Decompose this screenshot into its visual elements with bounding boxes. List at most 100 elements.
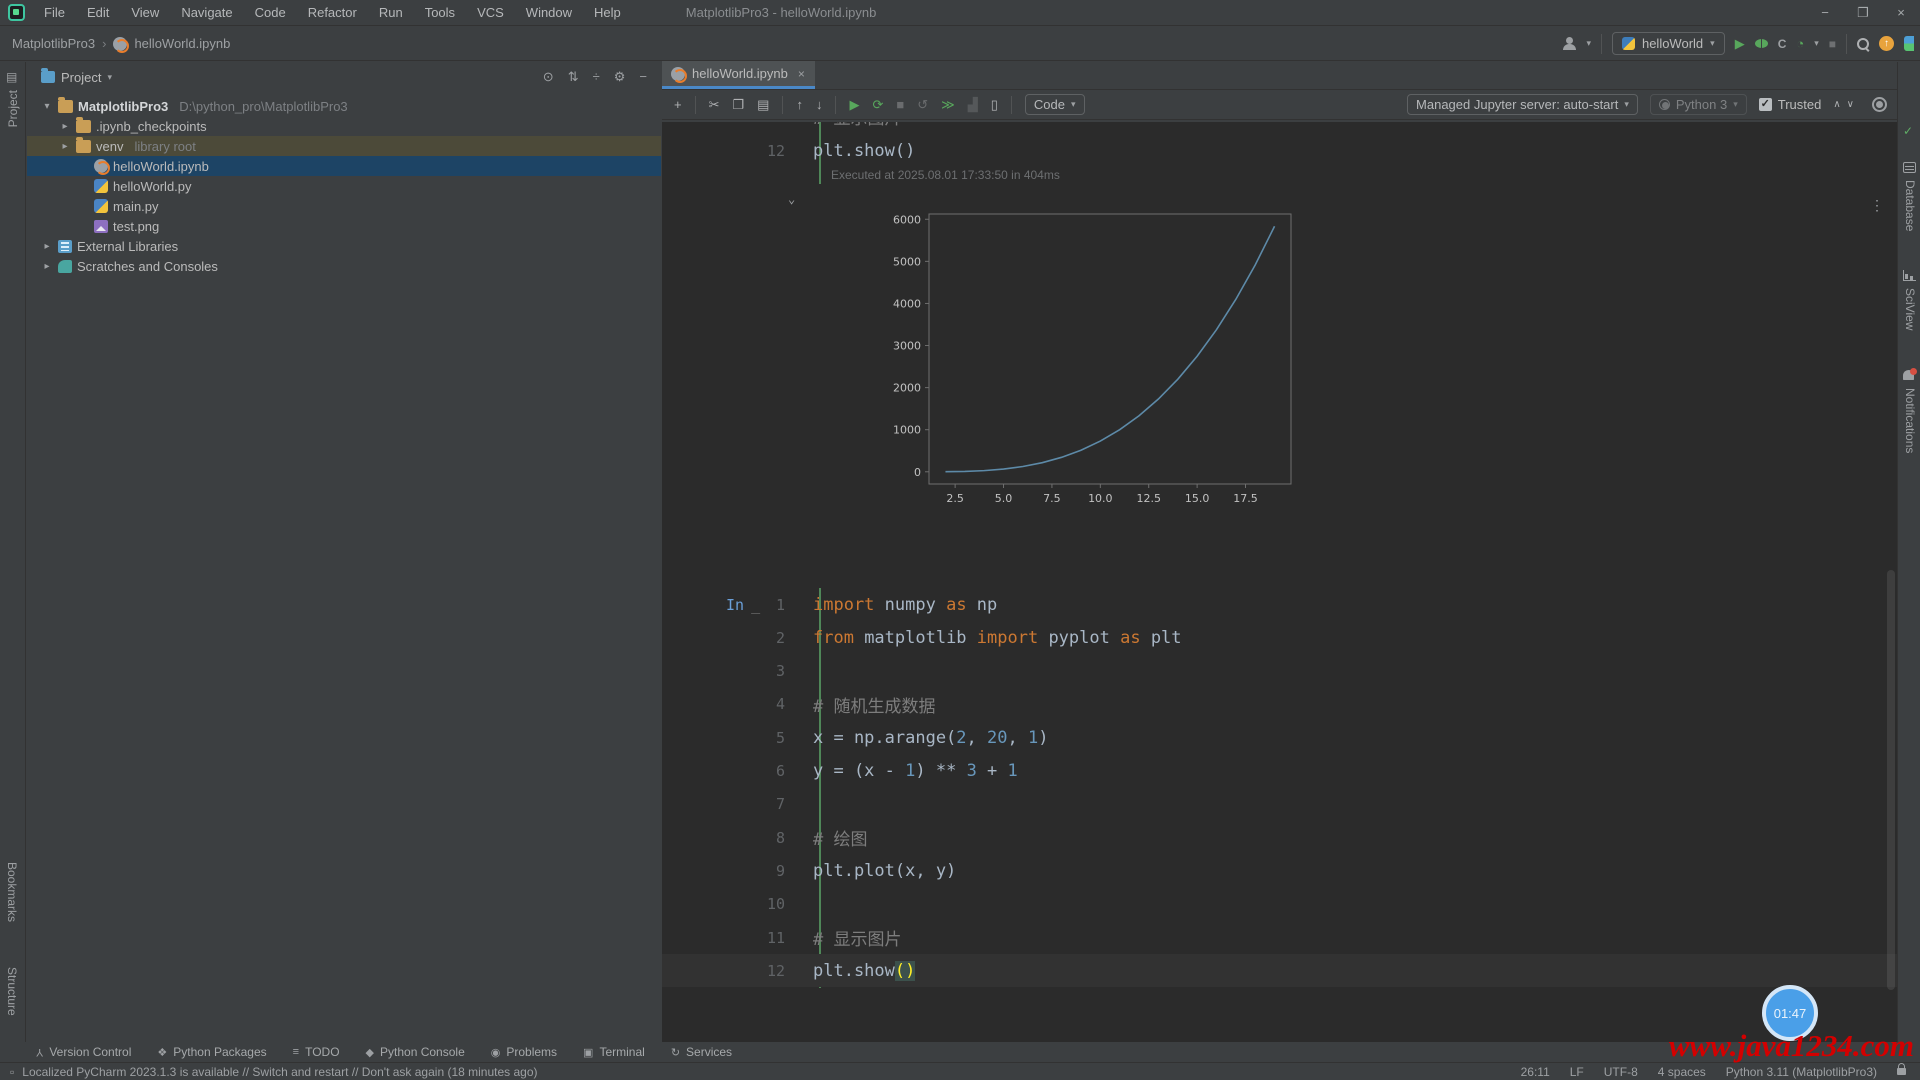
settings-icon[interactable]: ⚙	[614, 69, 626, 85]
code-line-12[interactable]: 12plt.show()	[662, 954, 1897, 987]
locate-icon[interactable]: ⊙	[543, 69, 554, 85]
menu-vcs[interactable]: VCS	[468, 2, 513, 23]
chevron-down-icon[interactable]: ▾	[107, 72, 112, 83]
line-separator[interactable]: LF	[1570, 1065, 1584, 1079]
tree-item-matplotlibpro3[interactable]: ▾MatplotlibPro3D:\python_pro\MatplotlibP…	[27, 96, 661, 116]
toolwindow-todo[interactable]: ≡TODO	[293, 1045, 340, 1059]
code-line-4[interactable]: 4# 随机生成数据	[662, 688, 1897, 721]
project-stripe-icon[interactable]: ▤	[6, 70, 17, 84]
user-caret-icon[interactable]: ▾	[1586, 38, 1591, 49]
breadcrumb-project[interactable]: MatplotlibPro3	[12, 36, 95, 51]
event-log-icon[interactable]: ▫	[10, 1065, 14, 1079]
menu-tools[interactable]: Tools	[416, 2, 464, 23]
tree-item-external-libraries[interactable]: ▸External Libraries	[27, 236, 661, 256]
menu-run[interactable]: Run	[370, 2, 412, 23]
hide-icon[interactable]: −	[639, 69, 647, 85]
toolwindow-python-packages[interactable]: ❖Python Packages	[157, 1045, 266, 1059]
project-panel-title[interactable]: Project	[61, 70, 101, 85]
close-icon[interactable]: ×	[1882, 5, 1920, 21]
tree-item-venv[interactable]: ▸venvlibrary root	[27, 136, 661, 156]
code-line-9[interactable]: 9plt.plot(x, y)	[662, 854, 1897, 887]
notifications-icon[interactable]	[1903, 370, 1914, 380]
menu-edit[interactable]: Edit	[78, 2, 118, 23]
code-line-5[interactable]: 5x = np.arange(2, 20, 1)	[662, 721, 1897, 754]
tree-item-main-py[interactable]: main.py	[27, 196, 661, 216]
tree-item-test-png[interactable]: test.png	[27, 216, 661, 236]
tree-item-helloworld-py[interactable]: helloWorld.py	[27, 176, 661, 196]
menu-view[interactable]: View	[122, 2, 168, 23]
trusted-checkbox[interactable]: ✓	[1759, 98, 1772, 111]
code-line-10[interactable]: 10	[662, 888, 1897, 921]
tab-helloworld-ipynb[interactable]: helloWorld.ipynb ×	[662, 61, 815, 89]
tab-close-icon[interactable]: ×	[798, 67, 805, 81]
menu-code[interactable]: Code	[246, 2, 295, 23]
sciview-icon[interactable]	[1903, 270, 1916, 281]
run-all-icon[interactable]: ≫	[941, 97, 955, 113]
add-cell-icon[interactable]: +	[674, 97, 682, 112]
run-button[interactable]: ▶	[1735, 36, 1745, 52]
collapse-expand-icons[interactable]: ∧∨	[1833, 99, 1860, 110]
menu-refactor[interactable]: Refactor	[299, 2, 366, 23]
stop-button[interactable]: ■	[1829, 37, 1836, 51]
python-interpreter[interactable]: Python 3.11 (MatplotlibPro3)	[1726, 1065, 1877, 1079]
code-line-2[interactable]: 2from matplotlib import pyplot as plt	[662, 621, 1897, 654]
paste-cell-icon[interactable]: ▤	[757, 97, 769, 113]
debug-button[interactable]	[1755, 39, 1768, 48]
clear-all-outputs-icon[interactable]: ▟	[968, 97, 978, 113]
stripe-tab-notifications[interactable]: Notifications	[1903, 388, 1917, 453]
copy-cell-icon[interactable]: ❐	[733, 97, 745, 113]
toolwindow-problems[interactable]: ◉Problems	[491, 1045, 557, 1059]
stop-kernel-icon[interactable]: ■	[896, 97, 904, 112]
stripe-tab-bookmarks[interactable]: Bookmarks	[5, 862, 19, 922]
indent-style[interactable]: 4 spaces	[1658, 1065, 1706, 1079]
minimize-icon[interactable]: −	[1806, 5, 1844, 21]
jupyter-variables-icon[interactable]	[1872, 97, 1887, 112]
menu-help[interactable]: Help	[585, 2, 630, 23]
cell-type-selector[interactable]: Code ▾	[1025, 94, 1085, 115]
stripe-tab-project[interactable]: Project	[6, 90, 20, 127]
toolwindow-python-console[interactable]: ◆Python Console	[366, 1045, 465, 1059]
code-line-8[interactable]: 8# 绘图	[662, 821, 1897, 854]
status-message[interactable]: Localized PyCharm 2023.1.3 is available …	[22, 1065, 537, 1079]
menu-file[interactable]: File	[35, 2, 74, 23]
breadcrumb-file[interactable]: helloWorld.ipynb	[134, 36, 230, 51]
profiler-caret-icon[interactable]: ▾	[1814, 38, 1819, 49]
inspection-ok-icon[interactable]: ✓	[1903, 124, 1913, 138]
toolwindow-services[interactable]: ↻Services	[671, 1045, 732, 1059]
expand-icon[interactable]: ⇅	[568, 69, 579, 85]
tree-item-helloworld-ipynb[interactable]: helloWorld.ipynb	[27, 156, 661, 176]
menu-window[interactable]: Window	[517, 2, 581, 23]
run-config-selector[interactable]: helloWorld ▾	[1612, 32, 1725, 55]
output-collapse-icon[interactable]: ⌄	[788, 192, 795, 206]
jupyter-server-selector[interactable]: Managed Jupyter server: auto-start ▾	[1407, 94, 1638, 115]
move-cell-down-icon[interactable]: ↓	[816, 97, 823, 112]
clear-outputs-icon[interactable]: ↺	[917, 97, 928, 113]
output-menu-icon[interactable]: ⋮	[1870, 198, 1884, 214]
notebook-editor[interactable]: 11 # 显示图片 12 plt.show() Executed at 2025…	[662, 122, 1897, 1042]
menu-navigate[interactable]: Navigate	[172, 2, 241, 23]
database-icon[interactable]	[1903, 162, 1916, 173]
editor-scrollbar[interactable]	[1887, 570, 1895, 990]
caret-position[interactable]: 26:11	[1521, 1065, 1550, 1079]
delete-cell-icon[interactable]: ▯	[991, 97, 998, 113]
user-icon[interactable]	[1562, 37, 1576, 51]
stripe-tab-database[interactable]: Database	[1903, 180, 1917, 231]
trusted-toggle[interactable]: ✓ Trusted	[1759, 97, 1822, 112]
stripe-tab-structure[interactable]: Structure	[5, 967, 19, 1016]
code-line-1[interactable]: 1import numpy as np	[662, 588, 1897, 621]
restore-icon[interactable]: ❐	[1844, 5, 1882, 21]
profiler-button[interactable]: ◔	[1796, 36, 1804, 51]
read-lock-icon[interactable]	[1897, 1068, 1906, 1075]
code-line-6[interactable]: 6y = (x - 1) ** 3 + 1	[662, 755, 1897, 788]
cut-cell-icon[interactable]: ✂	[709, 97, 720, 113]
coverage-button[interactable]: C	[1778, 37, 1787, 51]
stripe-tab-sciview[interactable]: SciView	[1903, 288, 1917, 330]
tree-item--ipynb-checkpoints[interactable]: ▸.ipynb_checkpoints	[27, 116, 661, 136]
collapse-all-icon[interactable]: ÷	[593, 69, 600, 85]
code-line-11[interactable]: 11# 显示图片	[662, 921, 1897, 954]
run-cell-icon[interactable]: ▶	[849, 97, 859, 113]
code-line-3[interactable]: 3	[662, 655, 1897, 688]
update-available-icon[interactable]: ↑	[1879, 36, 1894, 51]
settings-sync-icon[interactable]	[1904, 36, 1914, 51]
toolwindow-terminal[interactable]: ▣Terminal	[583, 1045, 645, 1059]
